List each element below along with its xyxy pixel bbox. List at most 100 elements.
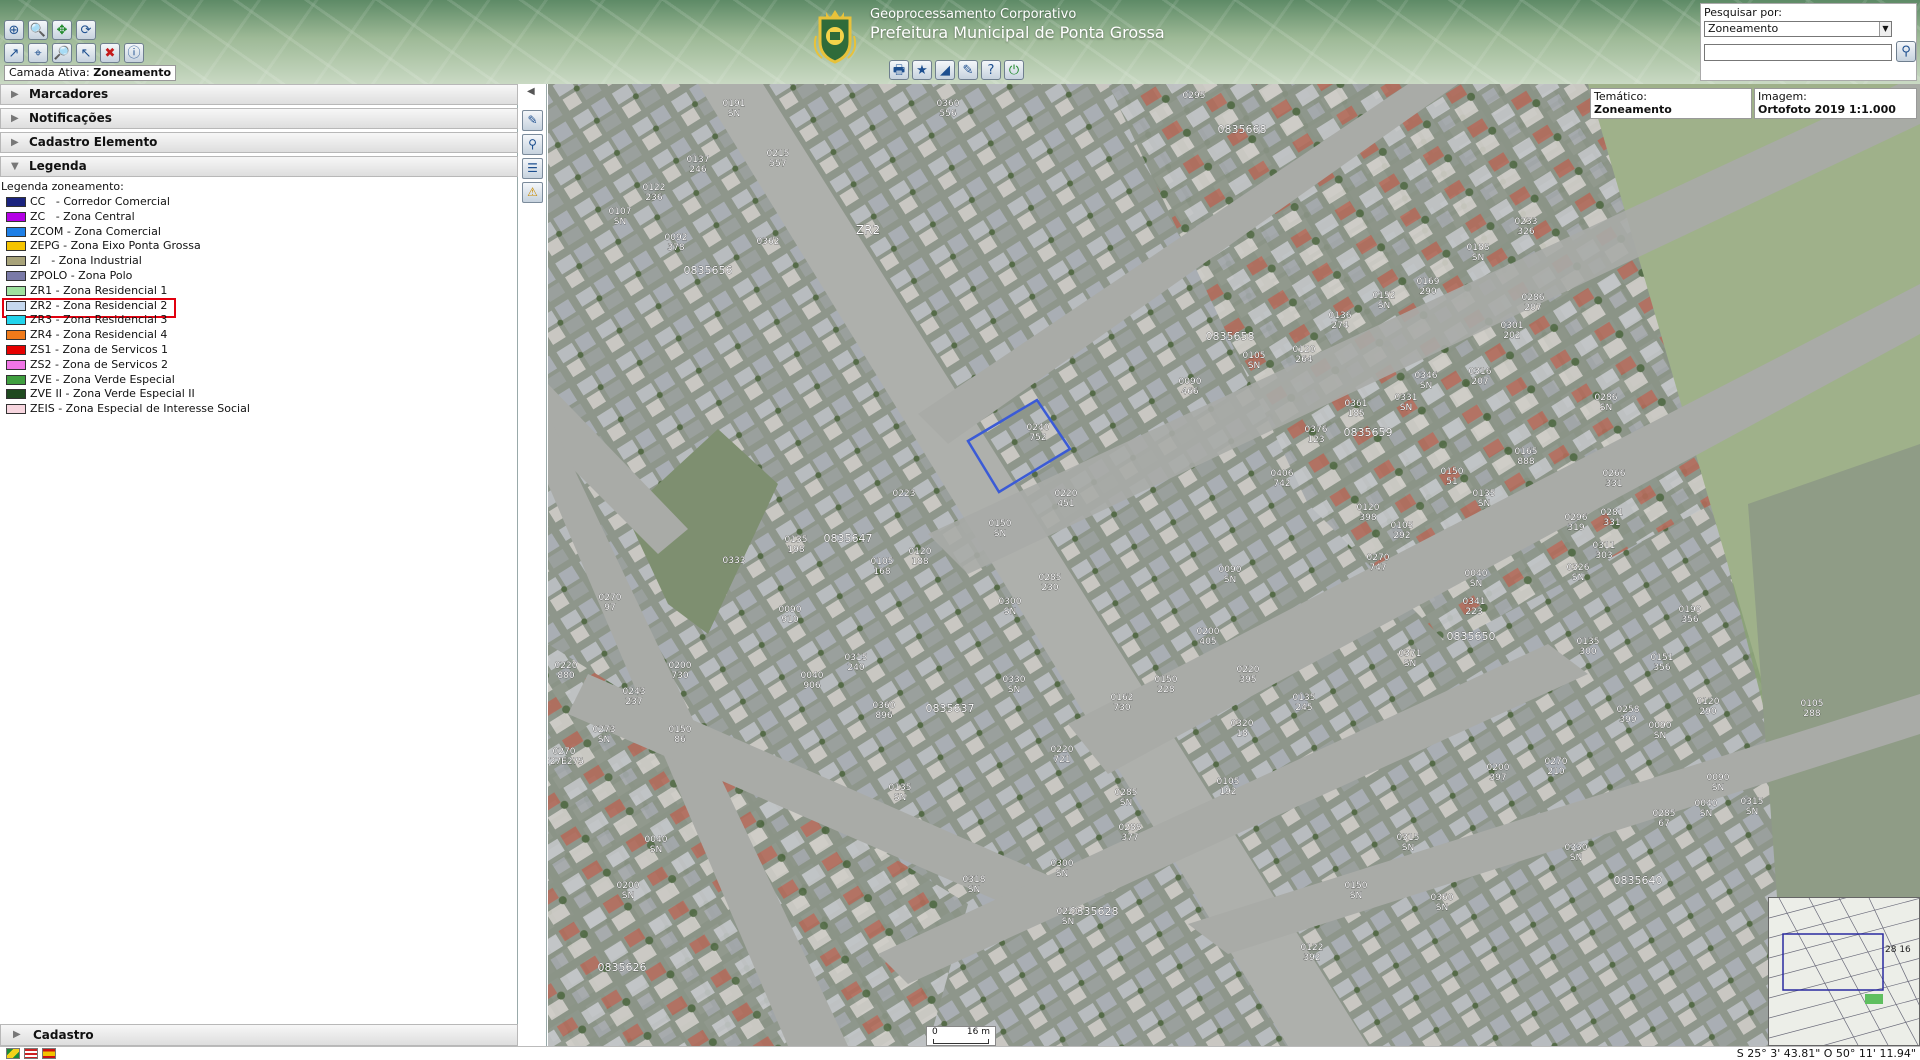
legend-item-label: ZEPG - Zona Eixo Ponta Grossa [30,239,201,253]
lot-label: 0150 228 [1155,675,1178,695]
scale-end: 16 m [966,1027,990,1037]
legend-title: Legenda zoneamento: [1,180,124,193]
layers-edit-button[interactable]: ✎ [522,110,543,131]
block-label: 0835637 [926,702,975,715]
header-banner: ⊕ 🔍 ✥ ⟳ ↗ ⌖ 🔎 ↖ ✖ ⓘ Camada Ativa: Zoneamento Geo… [0,0,1920,84]
lot-label: 0120 264 [1293,345,1316,365]
legend-item: ZEIS - Zona Especial de Interesse Social [0,402,250,417]
favorites-icon: ★ [916,62,928,78]
lot-label: 0136 274 [1329,311,1352,331]
legend-item: ZR3 - Zona Residencial 3 [0,313,250,328]
active-layer-value: Zoneamento [93,66,172,79]
image-value: Ortofoto 2019 1:1.000 [1758,103,1896,116]
overview-map[interactable]: 28 16 [1768,897,1920,1046]
legend-swatch [6,285,26,296]
ruler-button[interactable]: ◢ [935,60,955,80]
legend-item-label: CC - Corredor Comercial [30,195,170,208]
app-title: Geoprocessamento Corporativo Prefeitura … [870,7,1165,43]
collapse-panel-icon[interactable]: ◀ [527,86,535,97]
usa-flag-icon[interactable] [24,1048,38,1059]
lot-label: 0376 123 [1305,425,1328,445]
notes-icon: ☰ [527,161,538,175]
panel-cadastro-elemento[interactable]: ▶ Cadastro Elemento [0,132,518,153]
search-type-select[interactable]: Zoneamento ▼ [1704,21,1892,37]
lot-label: 0120 398 [1357,503,1380,523]
info-button[interactable]: ⓘ [124,43,144,63]
logout-icon: ⏻ [1008,62,1020,78]
print-button[interactable]: 🖶 [889,60,909,80]
legend-swatch [6,344,26,355]
block-label: 0835658 [1206,330,1255,343]
logout-button[interactable]: ⏻ [1004,60,1024,80]
search-button[interactable]: ⚲ [1896,41,1916,62]
legend-swatch [6,389,26,400]
layers-edit-icon: ✎ [527,113,538,127]
legend-list: CC - Corredor Comercial ZC - Zona Central… [0,195,250,417]
legend-item: ZVE - Zona Verde Especial [0,373,250,388]
refresh-map-icon: ⟳ [80,22,92,38]
legend-item-label: ZR1 - Zona Residencial 1 [30,283,168,297]
zoom-out-button[interactable]: 🔎 [52,43,72,63]
expand-arrow-icon: ▶ [11,137,19,148]
overview-edge-label: 28 16 [1885,945,1911,955]
lot-label: 0122 236 [643,183,666,203]
map-view[interactable]: 0835668 0835656 0835658 0835659 0835647 08356… [548,84,1920,1046]
block-label: 0835640 [1614,874,1663,887]
legend-item-label: ZC - Zona Central [30,209,135,223]
pan-icon: ✥ [56,22,68,38]
status-bar: S 25° 3' 43.81" O 50° 11' 11.94" [0,1046,1920,1060]
select-button[interactable]: ↖ [76,43,96,63]
clear-button[interactable]: ✖ [100,43,120,63]
pan-button[interactable]: ✥ [52,20,72,40]
lot-label: 0301 202 [1501,321,1524,341]
zoom-in-button[interactable]: 🔍 [28,20,48,40]
search-input[interactable] [1704,44,1892,61]
lot-label: 0286 207 [1522,293,1545,313]
lot-label: 0406 742 [1271,469,1294,489]
zoom-extent-button[interactable]: ⊕ [4,20,24,40]
zoom-in-icon: 🔍 [29,22,47,38]
edit-button[interactable]: ✎ [958,60,978,80]
legend-item: ZVE II - Zona Verde Especial II [0,387,250,402]
location-pin-button[interactable]: ⚲ [522,134,543,155]
refresh-map-button[interactable]: ⟳ [76,20,96,40]
orthophoto-map[interactable]: 0835668 0835656 0835658 0835659 0835647 08356… [548,84,1920,1046]
legend-swatch [6,226,26,237]
city-crest-logo [813,10,857,64]
spain-flag-icon[interactable] [42,1048,56,1059]
legend-item: ZPOLO - Zona Polo [0,269,250,284]
lot-label: 0135 300 [1577,637,1600,657]
lot-label: 0092 378 [665,233,688,253]
measure-line-button[interactable]: ↗ [4,43,24,63]
lot-label: 0090 466 [1179,377,1202,397]
warning-button[interactable]: ⚠ [522,182,543,203]
favorites-button[interactable]: ★ [912,60,932,80]
help-button[interactable]: ? [981,60,1001,80]
lot-label: 0135 198 [785,535,808,555]
notes-button[interactable]: ☰ [522,158,543,179]
measure-area-button[interactable]: ⌖ [28,43,48,63]
info-icon: ⓘ [127,45,141,61]
collapse-arrow-icon: ▼ [11,161,19,172]
legend-item: ZR1 - Zona Residencial 1 [0,284,250,299]
legend-swatch [6,315,26,326]
panel-cadastro[interactable]: ▶ Cadastro [0,1024,518,1046]
brazil-flag-icon[interactable] [6,1048,20,1059]
legend-item-label: ZPOLO - Zona Polo [30,268,133,282]
select-icon: ↖ [80,45,92,61]
zone-label: ZR2 [856,223,880,237]
lot-label: 0341 223 [1463,597,1486,617]
lot-label: 0360 556 [937,99,960,119]
expand-arrow-icon: ▶ [13,1029,21,1040]
panel-legenda[interactable]: ▼ Legenda [0,156,518,177]
panel-marcadores[interactable]: ▶ Marcadores [0,84,518,105]
cursor-coordinates: S 25° 3' 43.81" O 50° 11' 11.94" [1736,1047,1916,1060]
lot-label: 0311 303 [1593,541,1616,561]
lot-label: 0233 326 [1515,217,1538,237]
legend-item: ZR4 - Zona Residencial 4 [0,328,250,343]
lot-label: 0120 290 [1697,697,1720,717]
panel-notificacoes[interactable]: ▶ Notificações [0,108,518,129]
legend-swatch [6,404,26,415]
lot-label: 0162 730 [1111,693,1134,713]
block-label: 0835626 [598,961,647,974]
